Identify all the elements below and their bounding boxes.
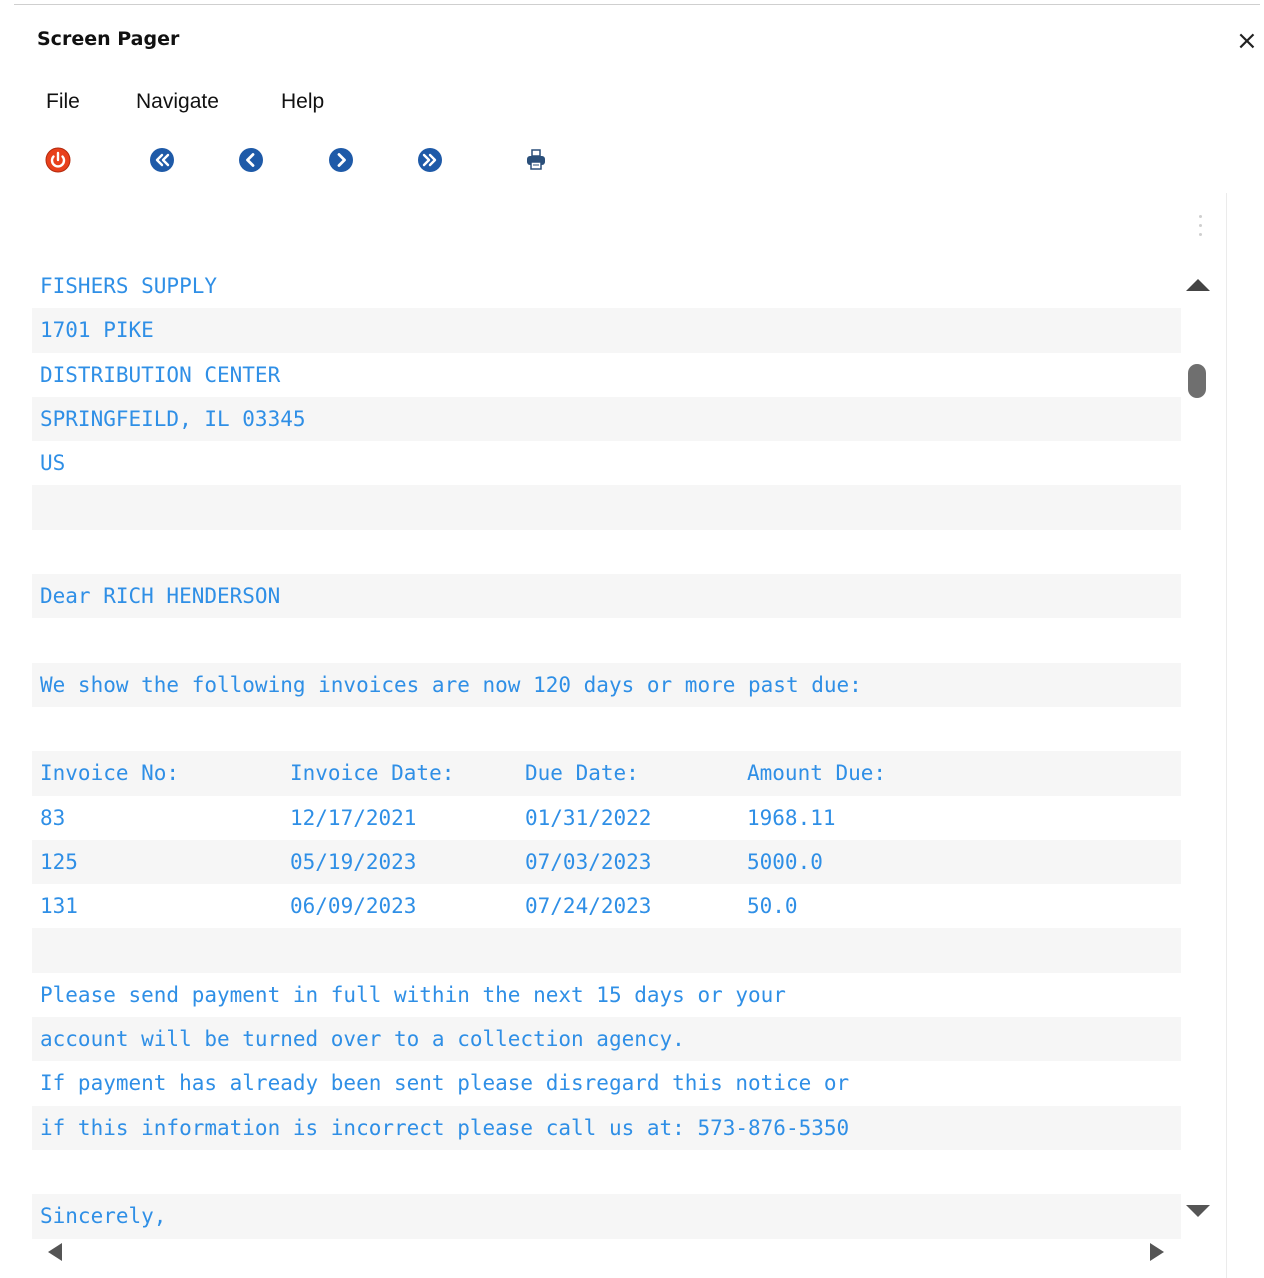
invoice-date: 12/17/2021 xyxy=(290,805,417,830)
close-icon[interactable]: × xyxy=(1236,28,1258,54)
blank-line xyxy=(32,928,1181,973)
address-line-5: US xyxy=(32,441,1181,486)
menu-help[interactable]: Help xyxy=(281,90,324,114)
menu-file[interactable]: File xyxy=(46,90,80,114)
address-line-4: SPRINGFEILD, IL 03345 xyxy=(32,396,1181,442)
previous-page-icon[interactable] xyxy=(237,146,265,174)
invoice-date: 06/09/2023 xyxy=(290,894,417,919)
address-line-2: 1701 PIKE xyxy=(32,308,1181,353)
invoice-no: 125 xyxy=(40,849,78,874)
menu-navigate[interactable]: Navigate xyxy=(136,90,219,114)
header-amount-due: Amount Due: xyxy=(747,761,887,786)
invoice-date: 05/19/2023 xyxy=(290,849,417,874)
blank-line xyxy=(32,706,1181,752)
signoff-line: Sincerely, xyxy=(32,1194,1181,1239)
print-icon[interactable] xyxy=(522,146,550,174)
greeting-line: Dear RICH HENDERSON xyxy=(32,574,1181,619)
scroll-down-arrow-icon[interactable] xyxy=(1186,1205,1210,1217)
invoice-no: 131 xyxy=(40,894,78,919)
blank-line xyxy=(32,618,1181,663)
invoice-row: 125 05/19/2023 07/03/2023 5000.0 xyxy=(32,839,1181,885)
document-content: FISHERS SUPPLY 1701 PIKE DISTRIBUTION CE… xyxy=(32,264,1181,1239)
header-invoice-date: Invoice Date: xyxy=(290,761,455,786)
due-date: 07/24/2023 xyxy=(525,894,652,919)
due-date: 07/03/2023 xyxy=(525,849,652,874)
invoice-row: 131 06/09/2023 07/24/2023 50.0 xyxy=(32,884,1181,929)
due-date: 01/31/2022 xyxy=(525,805,652,830)
resize-grip-icon[interactable] xyxy=(1196,215,1204,243)
first-page-icon[interactable] xyxy=(148,146,176,174)
blank-line xyxy=(32,529,1181,575)
document-viewer[interactable]: FISHERS SUPPLY 1701 PIKE DISTRIBUTION CE… xyxy=(32,193,1228,1278)
blank-line xyxy=(32,1149,1181,1195)
amount-due: 5000.0 xyxy=(747,849,823,874)
closing-line-2: account will be turned over to a collect… xyxy=(32,1017,1181,1062)
intro-line: We show the following invoices are now 1… xyxy=(32,662,1181,707)
amount-due: 1968.11 xyxy=(747,805,836,830)
scroll-up-arrow-icon[interactable] xyxy=(1186,279,1210,291)
invoice-row: 83 12/17/2021 01/31/2022 1968.11 xyxy=(32,795,1181,840)
viewer-border xyxy=(1226,193,1227,1278)
amount-due: 50.0 xyxy=(747,894,798,919)
invoice-no: 83 xyxy=(40,805,66,830)
vertical-scrollbar-thumb[interactable] xyxy=(1188,364,1206,398)
window-title: Screen Pager xyxy=(37,28,180,50)
scroll-left-arrow-icon[interactable] xyxy=(48,1243,62,1261)
last-page-icon[interactable] xyxy=(416,146,444,174)
invoice-header-row: Invoice No: Invoice Date: Due Date: Amount … xyxy=(32,751,1181,796)
power-icon[interactable] xyxy=(44,146,72,174)
address-line-1: FISHERS SUPPLY xyxy=(32,264,1181,309)
scroll-right-arrow-icon[interactable] xyxy=(1150,1243,1164,1261)
header-due-date: Due Date: xyxy=(525,761,639,786)
closing-line-3: If payment has already been sent please … xyxy=(32,1061,1181,1106)
header-invoice-no: Invoice No: xyxy=(40,761,180,786)
closing-line-1: Please send payment in full within the n… xyxy=(32,972,1181,1018)
address-line-3: DISTRIBUTION CENTER xyxy=(32,352,1181,397)
blank-line xyxy=(32,485,1181,530)
next-page-icon[interactable] xyxy=(327,146,355,174)
closing-line-4: if this information is incorrect please … xyxy=(32,1105,1181,1150)
window-top-border xyxy=(14,4,1260,5)
